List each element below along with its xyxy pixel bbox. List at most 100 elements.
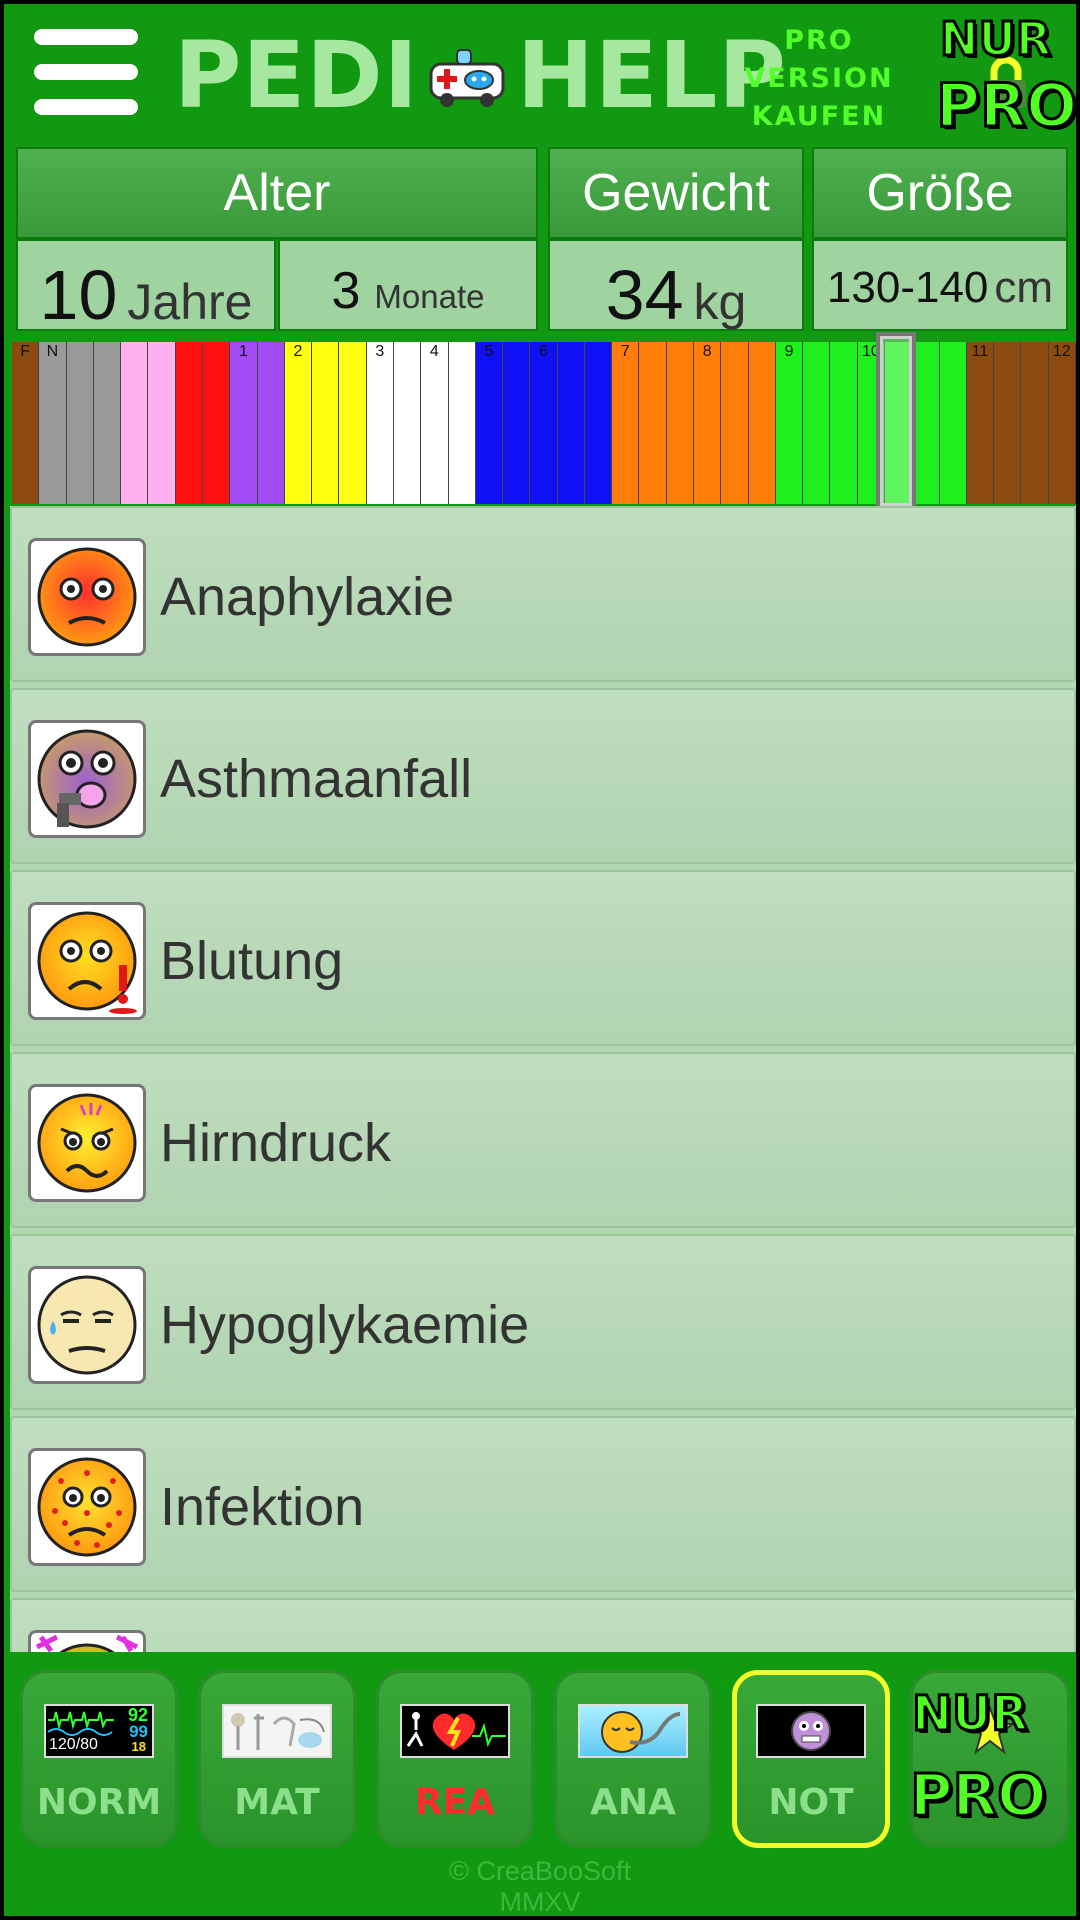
nav-nur-pro-button[interactable]: NUR PRO (908, 1670, 1070, 1848)
app-root: PEDI HELP PRO VERSION KAUFEN NUR PRO Alt… (0, 0, 1080, 1920)
list-item-partial[interactable] (10, 1598, 1076, 1652)
monitor-value-bp: 120/80 (49, 1736, 98, 1753)
list-item-label: Blutung (160, 931, 344, 991)
tape-stripe[interactable]: 7 (612, 342, 640, 504)
nav-pro-text: PRO (908, 1761, 1047, 1829)
tape-stripe-label: 2 (293, 343, 303, 360)
tape-selection-marker[interactable] (876, 332, 916, 510)
tape-stripe[interactable]: 3 (366, 342, 394, 504)
pro-line-3: KAUFEN (751, 101, 887, 132)
tape-stripe[interactable] (666, 342, 695, 504)
list-item-label: Asthmaanfall (160, 749, 473, 809)
tape-stripe[interactable] (1021, 342, 1049, 504)
list-item-anaphylaxie[interactable]: Anaphylaxie (10, 506, 1076, 682)
list-item-label: Hirndruck (160, 1113, 392, 1173)
tape-stripe-label: 3 (375, 343, 385, 360)
tape-stripe[interactable]: 8 (694, 342, 722, 504)
tape-stripe[interactable] (257, 342, 285, 504)
medical-equipment-icon (222, 1704, 332, 1758)
tape-stripe[interactable] (503, 342, 531, 504)
tape-stripe[interactable] (93, 342, 122, 504)
tape-stripe-label: 12 (1052, 343, 1071, 360)
list-item-infektion[interactable]: Infektion (10, 1416, 1076, 1592)
patient-parameters: Alter 10 Jahre 3 Monate Gewicht 34 kg Gr… (16, 147, 1068, 334)
nav-rea-button[interactable]: REA (376, 1670, 534, 1848)
tape-stripe[interactable]: 5 (475, 342, 504, 504)
weight-unit: kg (693, 274, 747, 330)
tape-stripe-label: 11 (971, 343, 989, 360)
bleeding-face-icon (37, 911, 137, 1014)
tape-stripe[interactable] (66, 342, 94, 504)
tape-stripe[interactable]: 9 (775, 342, 804, 504)
nav-ana-button[interactable]: ANA (554, 1670, 712, 1848)
tape-stripe[interactable]: N (39, 342, 67, 504)
tape-stripe[interactable]: 2 (284, 342, 313, 504)
weight-field[interactable]: 34 kg (548, 239, 804, 334)
age-header: Alter (16, 147, 538, 239)
nav-nur-text: NUR (910, 1686, 1029, 1742)
tape-stripe[interactable] (994, 342, 1022, 504)
tape-stripe-label: F (20, 343, 31, 360)
tape-stripe[interactable]: 12 (1048, 342, 1076, 504)
tape-stripe-label: 5 (484, 343, 494, 360)
height-field[interactable]: 130-140 cm (812, 239, 1068, 331)
icon-frame (28, 1266, 146, 1384)
tape-stripe[interactable]: F (12, 342, 40, 504)
emergency-list[interactable]: Anaphylaxie Asthmaanfall Blutung Hirndru… (10, 506, 1076, 1652)
app-header: PEDI HELP PRO VERSION KAUFEN NUR PRO (4, 4, 1076, 142)
copyright-footer: © CreaBooSoft MMXV (4, 1856, 1076, 1916)
tape-stripe[interactable] (803, 342, 831, 504)
hamburger-menu-icon[interactable] (34, 29, 138, 115)
sweating-face-icon (37, 1275, 137, 1375)
tape-stripe[interactable] (748, 342, 776, 504)
tape-stripe[interactable] (448, 342, 476, 504)
nur-pro-pro-text: PRO (934, 71, 1078, 141)
nur-pro-badge[interactable]: NUR PRO (934, 12, 1078, 142)
nav-ana-label: ANA (590, 1782, 676, 1823)
tape-stripe[interactable] (148, 342, 176, 504)
age-label: Alter (223, 164, 331, 222)
tape-stripe[interactable] (721, 342, 749, 504)
weight-value: 34 (605, 256, 684, 334)
tape-stripe[interactable]: 1 (230, 342, 258, 504)
nav-not-button[interactable]: NOT (732, 1670, 890, 1848)
tape-stripe[interactable]: 4 (421, 342, 449, 504)
list-item-hypoglykaemie[interactable]: Hypoglykaemie (10, 1234, 1076, 1410)
tape-stripe[interactable] (557, 342, 585, 504)
nur-pro-nur-text: NUR (938, 12, 1052, 66)
age-years-field[interactable]: 10 Jahre (16, 239, 276, 334)
height-unit: cm (994, 263, 1054, 312)
flushed-face-icon (37, 547, 137, 647)
pro-line-2: VERSION (744, 63, 894, 94)
broselow-color-tape[interactable]: F N 1 2 3 4 5 6 7 8 9 10 11 12 (12, 342, 1076, 504)
tape-stripe-label: 8 (702, 343, 712, 360)
list-item-asthmaanfall[interactable]: Asthmaanfall (10, 688, 1076, 864)
pro-line-1: PRO (784, 25, 854, 56)
tape-stripe[interactable] (202, 342, 231, 504)
nav-mat-button[interactable]: MAT (198, 1670, 356, 1848)
nav-norm-button[interactable]: 92 99 120/80 18 NORM (20, 1670, 178, 1848)
buy-pro-version-link[interactable]: PRO VERSION KAUFEN (739, 22, 899, 136)
nav-rea-label: REA (414, 1782, 496, 1823)
tape-stripe[interactable]: 11 (966, 342, 995, 504)
tape-stripe-label: 7 (620, 343, 630, 360)
list-item-hirndruck[interactable]: Hirndruck (10, 1052, 1076, 1228)
tape-stripe[interactable] (312, 342, 340, 504)
tape-stripe-label: 4 (429, 343, 439, 360)
tape-stripe[interactable] (830, 342, 858, 504)
tape-stripe[interactable]: 6 (530, 342, 558, 504)
icon-frame (28, 538, 146, 656)
tape-stripe[interactable] (393, 342, 422, 504)
nav-not-label: NOT (768, 1782, 854, 1823)
tape-stripe[interactable] (912, 342, 940, 504)
tape-stripe[interactable] (121, 342, 149, 504)
tape-stripe[interactable] (639, 342, 667, 504)
tape-stripe[interactable] (584, 342, 613, 504)
list-item-blutung[interactable]: Blutung (10, 870, 1076, 1046)
nav-mat-label: MAT (234, 1782, 320, 1823)
tape-stripe[interactable] (339, 342, 367, 504)
age-months-field[interactable]: 3 Monate (278, 239, 538, 331)
icon-frame (28, 1448, 146, 1566)
tape-stripe[interactable] (175, 342, 203, 504)
tape-stripe[interactable] (939, 342, 967, 504)
